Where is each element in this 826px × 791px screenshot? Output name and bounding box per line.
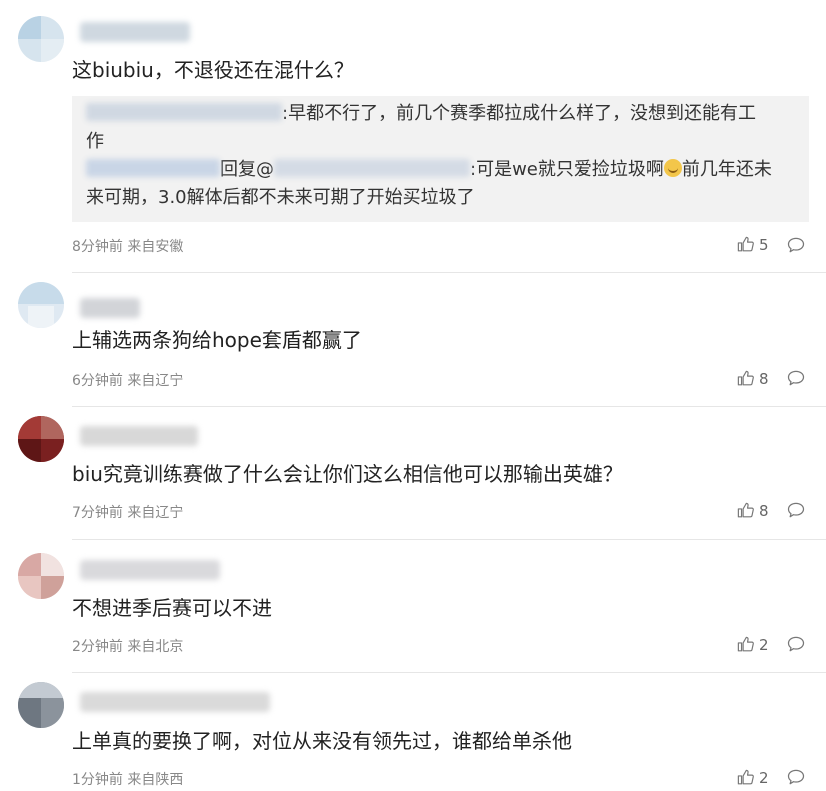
quote-line: :早都不行了，前几个赛季都拉成什么样了，没想到还能有工 xyxy=(86,100,793,128)
quote-text: 回复@ xyxy=(220,159,274,180)
comment-bubble-icon[interactable] xyxy=(786,500,806,520)
comment-time: 6分钟前 xyxy=(72,373,123,389)
comment-location: 来自辽宁 xyxy=(127,505,184,521)
thumbs-up-icon xyxy=(737,370,754,386)
like-count: 2 xyxy=(759,635,769,654)
like-count: 5 xyxy=(759,235,769,254)
comment-time: 7分钟前 xyxy=(72,505,123,521)
comment-time: 8分钟前 xyxy=(72,239,123,255)
quote-line: 来可期，3.0解体后都不未来可期了开始买垃圾了 xyxy=(86,184,793,212)
like-count: 8 xyxy=(759,369,769,388)
thumbs-up-icon xyxy=(737,769,754,785)
username-blurred[interactable] xyxy=(80,22,190,42)
divider xyxy=(72,406,826,407)
avatar[interactable] xyxy=(18,553,64,599)
username-blurred[interactable] xyxy=(80,426,198,446)
avatar[interactable] xyxy=(18,416,64,462)
thumbs-up-icon xyxy=(737,236,754,252)
divider xyxy=(72,672,826,673)
comment-text: biu究竟训练赛做了什么会让你们这么相信他可以那输出英雄？ xyxy=(72,462,623,486)
like-button[interactable]: 8 xyxy=(736,501,769,520)
like-button[interactable]: 2 xyxy=(736,768,769,787)
comment-time: 2分钟前 xyxy=(72,639,123,655)
username-blurred[interactable] xyxy=(80,560,220,580)
thumbs-up-icon xyxy=(737,502,754,518)
quote-line: 作 xyxy=(86,128,793,156)
comment-meta: 2分钟前 来自北京 xyxy=(72,636,183,656)
comment-text: 这biubiu，不退役还在混什么？ xyxy=(72,58,354,82)
quote-text: :可是we就只爱捡垃圾啊 xyxy=(470,159,664,180)
comment-text: 不想进季后赛可以不进 xyxy=(72,596,272,620)
quoted-username-blurred xyxy=(86,103,282,121)
like-button[interactable]: 2 xyxy=(736,635,769,654)
comment-location: 来自北京 xyxy=(127,639,184,655)
quoted-reply-block[interactable]: :早都不行了，前几个赛季都拉成什么样了，没想到还能有工 作 回复@ :可是we就只… xyxy=(72,96,809,222)
comment-text: 上单真的要换了啊，对位从来没有领先过，谁都给单杀他 xyxy=(72,729,572,753)
quote-text: 来可期，3.0解体后都不未来可期了开始买垃圾了 xyxy=(86,187,475,208)
comment-bubble-icon[interactable] xyxy=(786,767,806,787)
comment-meta: 1分钟前 来自陕西 xyxy=(72,769,183,789)
thumbs-up-icon xyxy=(737,636,754,652)
comment-text: 上辅选两条狗给hope套盾都赢了 xyxy=(72,328,362,352)
comment-meta: 8分钟前 来自安徽 xyxy=(72,236,183,256)
quote-line: 回复@ :可是we就只爱捡垃圾啊 前几年还未 xyxy=(86,156,793,184)
comment-location: 来自安徽 xyxy=(127,239,184,255)
like-count: 8 xyxy=(759,501,769,520)
comment-bubble-icon[interactable] xyxy=(786,368,806,388)
crying-laugh-emoji-icon xyxy=(663,159,682,177)
quote-text: 作 xyxy=(86,131,104,152)
avatar[interactable] xyxy=(18,282,64,328)
comment-bubble-icon[interactable] xyxy=(786,235,806,255)
avatar[interactable] xyxy=(18,16,64,62)
comment-time: 1分钟前 xyxy=(72,772,123,788)
comment-bubble-icon[interactable] xyxy=(786,634,806,654)
comment-meta: 6分钟前 来自辽宁 xyxy=(72,370,183,390)
comment-meta: 7分钟前 来自辽宁 xyxy=(72,502,183,522)
quote-text: :早都不行了，前几个赛季都拉成什么样了，没想到还能有工 xyxy=(282,103,757,124)
reply-username-blurred xyxy=(86,159,220,177)
comment-location: 来自陕西 xyxy=(127,772,184,788)
like-button[interactable]: 5 xyxy=(736,235,769,254)
quote-text: 前几年还未 xyxy=(681,159,772,180)
like-count: 2 xyxy=(759,768,769,787)
mentioned-username-blurred xyxy=(274,159,470,177)
username-blurred[interactable] xyxy=(80,692,270,712)
avatar[interactable] xyxy=(18,682,64,728)
divider xyxy=(72,272,826,273)
username-blurred[interactable] xyxy=(80,298,140,318)
divider xyxy=(72,539,826,540)
comment-location: 来自辽宁 xyxy=(127,373,184,389)
like-button[interactable]: 8 xyxy=(736,369,769,388)
